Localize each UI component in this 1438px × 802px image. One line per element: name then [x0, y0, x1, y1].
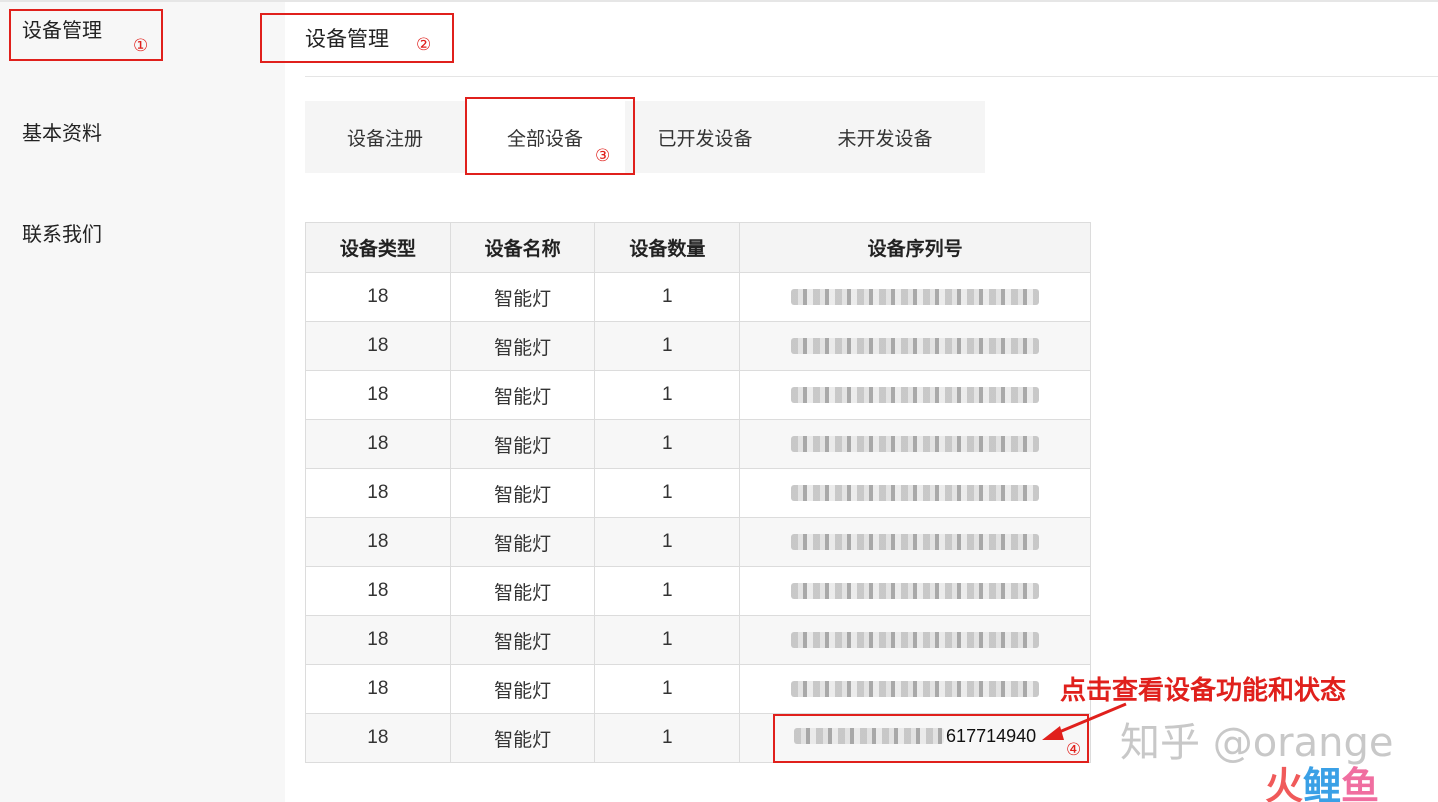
annotation-marker-1: ① [133, 36, 149, 56]
cell-name: 智能灯 [449, 468, 596, 518]
header-divider [305, 76, 1438, 77]
device-table: 设备类型 设备名称 设备数量 设备序列号 18 智能灯 1 18 智能灯 1 1… [305, 222, 1091, 763]
cell-count: 1 [594, 566, 741, 616]
cell-type: 18 [305, 713, 451, 763]
serial-redacted [791, 386, 1040, 403]
column-header-serial: 设备序列号 [739, 222, 1091, 273]
tab-developed-devices[interactable]: 已开发设备 [625, 101, 785, 173]
serial-redacted [791, 582, 1040, 599]
sidebar-item-contact-us[interactable]: 联系我们 [22, 218, 102, 247]
annotation-marker-2: ② [416, 35, 432, 55]
serial-visible-tail: 617714940 [946, 725, 1037, 746]
cell-type: 18 [305, 468, 451, 518]
logo-char-3: 鱼 [1341, 766, 1380, 802]
page-title: 设备管理 [305, 28, 389, 51]
cell-count: 1 [594, 272, 741, 322]
cell-count: 1 [594, 468, 741, 518]
cell-type: 18 [305, 321, 451, 371]
tab-device-register[interactable]: 设备注册 [305, 101, 465, 173]
cell-type: 18 [305, 664, 451, 714]
cell-count: 1 [594, 370, 741, 420]
cell-serial[interactable] [739, 566, 1091, 616]
serial-redacted [791, 288, 1040, 305]
cell-serial[interactable] [739, 321, 1091, 371]
cell-type: 18 [305, 615, 451, 665]
cell-name: 智能灯 [449, 517, 596, 567]
cell-name: 智能灯 [449, 272, 596, 322]
table-row[interactable]: 18 智能灯 1 [305, 370, 1091, 420]
serial-redacted [791, 680, 1040, 697]
table-row[interactable]: 18 智能灯 1 [305, 468, 1091, 518]
sidebar-item-basic-info[interactable]: 基本资料 [22, 117, 102, 146]
cell-type: 18 [305, 419, 451, 469]
cell-name: 智能灯 [449, 664, 596, 714]
table-row[interactable]: 18 智能灯 1 [305, 419, 1091, 469]
annotation-marker-3: ③ [595, 146, 611, 166]
cell-serial[interactable] [739, 615, 1091, 665]
cell-count: 1 [594, 321, 741, 371]
cell-name: 智能灯 [449, 419, 596, 469]
table-header-row: 设备类型 设备名称 设备数量 设备序列号 [305, 222, 1091, 273]
cell-type: 18 [305, 566, 451, 616]
serial-redacted [791, 337, 1040, 354]
table-row[interactable]: 18 智能灯 1 [305, 566, 1091, 616]
cell-type: 18 [305, 272, 451, 322]
logo-char-1: 火 [1265, 766, 1304, 802]
cell-serial[interactable]: 617714940 [739, 713, 1091, 763]
cell-name: 智能灯 [449, 370, 596, 420]
cell-serial[interactable] [739, 664, 1091, 714]
serial-redacted [791, 484, 1040, 501]
cell-serial[interactable] [739, 370, 1091, 420]
column-header-count: 设备数量 [594, 222, 741, 273]
cell-count: 1 [594, 517, 741, 567]
callout-arrow-icon [1042, 702, 1127, 740]
column-header-name: 设备名称 [449, 222, 596, 273]
serial-redacted [791, 435, 1040, 452]
cell-serial[interactable] [739, 517, 1091, 567]
cell-count: 1 [594, 615, 741, 665]
cell-count: 1 [594, 419, 741, 469]
cell-name: 智能灯 [449, 615, 596, 665]
cell-count: 1 [594, 713, 741, 763]
serial-redacted [794, 728, 945, 745]
cell-serial[interactable] [739, 468, 1091, 518]
cell-name: 智能灯 [449, 321, 596, 371]
table-row[interactable]: 18 智能灯 1 [305, 615, 1091, 665]
table-row[interactable]: 18 智能灯 1 [305, 517, 1091, 567]
table-row[interactable]: 18 智能灯 1 [305, 272, 1091, 322]
cell-count: 1 [594, 664, 741, 714]
serial-redacted [791, 631, 1040, 648]
logo-watermark: 火鲤鱼 [1265, 755, 1379, 802]
cell-name: 智能灯 [449, 566, 596, 616]
cell-type: 18 [305, 517, 451, 567]
cell-name: 智能灯 [449, 713, 596, 763]
cell-serial[interactable] [739, 419, 1091, 469]
sidebar: 设备管理 基本资料 联系我们 [0, 2, 285, 802]
table-row[interactable]: 18 智能灯 1 617714940 [305, 713, 1091, 763]
table-row[interactable]: 18 智能灯 1 [305, 321, 1091, 371]
tab-undeveloped-devices[interactable]: 未开发设备 [785, 101, 985, 173]
serial-link[interactable]: 617714940 [794, 726, 1036, 747]
logo-char-2: 鲤 [1303, 766, 1342, 802]
cell-serial[interactable] [739, 272, 1091, 322]
device-tabs: 设备注册 全部设备 已开发设备 未开发设备 [305, 101, 985, 173]
table-row[interactable]: 18 智能灯 1 [305, 664, 1091, 714]
column-header-type: 设备类型 [305, 222, 451, 273]
sidebar-item-device-management[interactable]: 设备管理 [22, 14, 102, 43]
cell-type: 18 [305, 370, 451, 420]
serial-redacted [791, 533, 1040, 550]
